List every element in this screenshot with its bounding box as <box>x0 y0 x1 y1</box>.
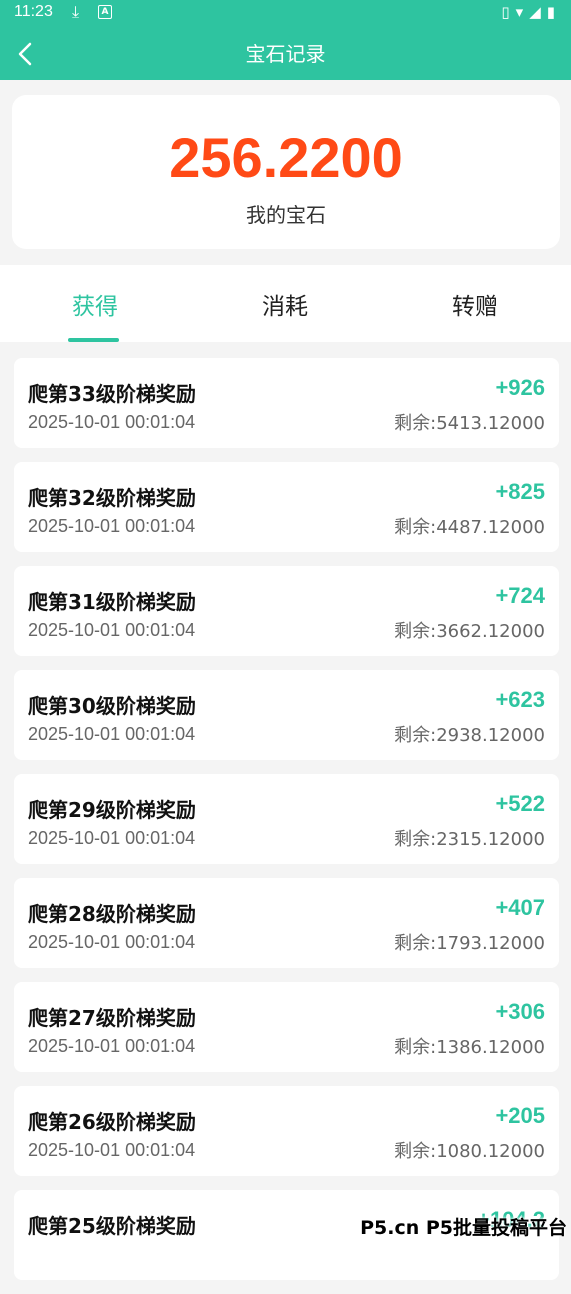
status-bar: 11:23 ⤓ A ▯▾◢▮ <box>0 0 571 26</box>
app-header: 11:23 ⤓ A ▯▾◢▮ 宝石记录 <box>0 0 571 80</box>
record-balance: 剩余:1080.12000 <box>394 1141 545 1162</box>
record-amount: +407 <box>495 895 545 920</box>
record-list[interactable]: 爬第33级阶梯奖励 2025-10-01 00:01:04 +926 剩余:54… <box>14 358 559 1294</box>
record-item[interactable]: 爬第27级阶梯奖励 2025-10-01 00:01:04 +306 剩余:13… <box>14 982 559 1072</box>
record-date: 2025-10-01 00:01:04 <box>28 516 196 536</box>
record-item[interactable]: 爬第26级阶梯奖励 2025-10-01 00:01:04 +205 剩余:10… <box>14 1086 559 1176</box>
record-balance: 剩余:2315.12000 <box>394 829 545 850</box>
record-date: 2025-10-01 00:01:04 <box>28 1140 196 1160</box>
record-item[interactable]: 爬第31级阶梯奖励 2025-10-01 00:01:04 +724 剩余:36… <box>14 566 559 656</box>
record-title: 爬第30级阶梯奖励 <box>28 694 196 718</box>
record-title: 爬第25级阶梯奖励 <box>28 1214 196 1238</box>
record-item[interactable]: 爬第29级阶梯奖励 2025-10-01 00:01:04 +522 剩余:23… <box>14 774 559 864</box>
record-amount: +724 <box>495 583 545 608</box>
record-date: 2025-10-01 00:01:04 <box>28 1036 196 1056</box>
record-title: 爬第26级阶梯奖励 <box>28 1110 196 1134</box>
record-item[interactable]: 爬第28级阶梯奖励 2025-10-01 00:01:04 +407 剩余:17… <box>14 878 559 968</box>
gem-balance: 256.2200 <box>169 126 403 189</box>
record-title: 爬第28级阶梯奖励 <box>28 902 196 926</box>
page-title: 宝石记录 <box>245 42 326 66</box>
record-amount: +623 <box>495 687 545 712</box>
record-balance: 剩余:4487.12000 <box>394 517 545 538</box>
record-item[interactable]: 爬第30级阶梯奖励 2025-10-01 00:01:04 +623 剩余:29… <box>14 670 559 760</box>
record-date: 2025-10-01 00:01:04 <box>28 620 196 640</box>
gem-summary-card: 256.2200 我的宝石 <box>12 95 560 249</box>
status-time: 11:23 <box>14 3 53 20</box>
record-amount: +205 <box>495 1103 545 1128</box>
tab-earned[interactable]: 获得 <box>0 287 190 321</box>
record-amount: +306 <box>495 999 545 1024</box>
record-title: 爬第31级阶梯奖励 <box>28 590 196 614</box>
record-balance: 剩余:1793.12000 <box>394 933 545 954</box>
status-right-icons: ▯▾◢▮ <box>501 3 561 21</box>
record-balance: 剩余:1386.12000 <box>394 1037 545 1058</box>
tab-transfer[interactable]: 转赠 <box>380 287 570 321</box>
record-title: 爬第32级阶梯奖励 <box>28 486 196 510</box>
record-balance: 剩余:3662.12000 <box>394 621 545 642</box>
tab-bar: 获得 消耗 转赠 <box>0 265 571 342</box>
watermark: P5.cn P5批量投稿平台 <box>360 1217 567 1239</box>
record-title: 爬第27级阶梯奖励 <box>28 1006 196 1030</box>
app-notification-icon: A <box>98 5 112 19</box>
record-item[interactable]: 爬第33级阶梯奖励 2025-10-01 00:01:04 +926 剩余:54… <box>14 358 559 448</box>
record-balance: 剩余:2938.12000 <box>394 725 545 746</box>
record-balance: 剩余:5413.12000 <box>394 413 545 434</box>
active-tab-indicator <box>68 338 119 342</box>
record-date: 2025-10-01 00:01:04 <box>28 412 196 432</box>
record-date: 2025-10-01 00:01:04 <box>28 932 196 952</box>
gem-balance-label: 我的宝石 <box>246 203 326 227</box>
record-date: 2025-10-01 00:01:04 <box>28 828 196 848</box>
record-amount: +926 <box>495 375 545 400</box>
tab-consumed[interactable]: 消耗 <box>190 287 380 321</box>
record-date: 2025-10-01 00:01:04 <box>28 724 196 744</box>
record-title: 爬第33级阶梯奖励 <box>28 382 196 406</box>
download-icon: ⤓ <box>72 2 80 21</box>
record-title: 爬第29级阶梯奖励 <box>28 798 196 822</box>
record-item[interactable]: 爬第32级阶梯奖励 2025-10-01 00:01:04 +825 剩余:44… <box>14 462 559 552</box>
record-amount: +825 <box>495 479 545 504</box>
record-amount: +522 <box>495 791 545 816</box>
